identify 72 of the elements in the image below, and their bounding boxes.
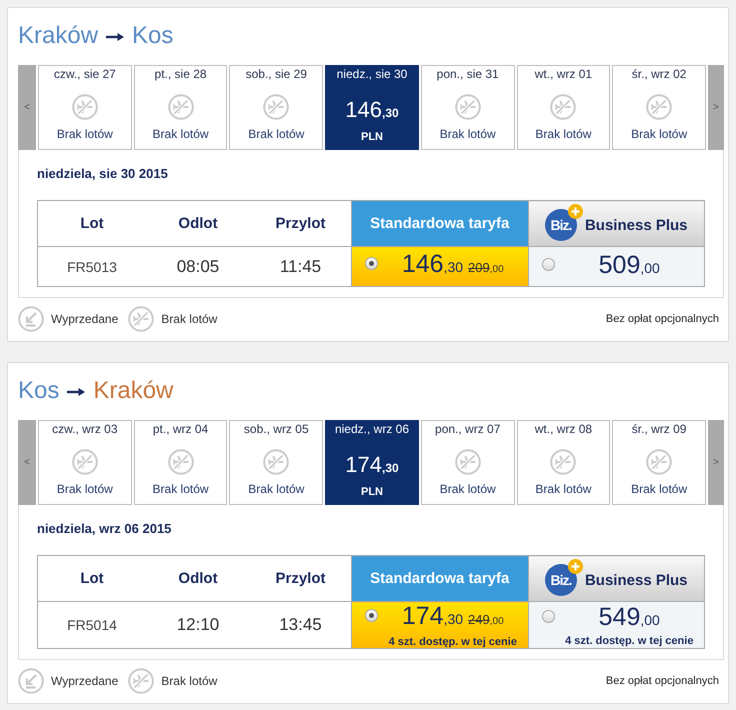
departure-time: 08:05 [146, 246, 250, 286]
crossed-plane-icon [263, 449, 290, 475]
departure-time: 12:10 [146, 602, 250, 648]
biz-logo: Biz. [544, 564, 577, 596]
fare-price: 146,30 [402, 250, 464, 280]
fare-title: Business Plus [584, 216, 688, 234]
date-tab[interactable]: wt., wrz 01 Brak lotów [516, 65, 610, 150]
legend-label: Brak lotów [161, 312, 218, 326]
date-tab[interactable]: sob., wrz 05 Brak lotów [229, 420, 324, 505]
crossed-plane-icon [550, 94, 576, 120]
crossed-plane-icon [454, 449, 481, 475]
crossed-plane-icon [72, 449, 98, 475]
legend-label: Wyprzedane [51, 674, 118, 688]
arrival-time: 13:45 [250, 602, 352, 648]
date-tab[interactable]: niedz., sie 30 146,30 PLN [325, 65, 419, 150]
availability-note: 4 szt. dostęp. w tej cenie [388, 636, 517, 648]
crossed-plane-icon [168, 94, 194, 120]
radio-button[interactable] [542, 610, 554, 623]
crossed-plane-icon [168, 449, 194, 475]
date-tab[interactable]: pon., wrz 07 Brak lotów [420, 420, 515, 505]
column-header: Odlot [146, 200, 250, 246]
day-heading: niedziela, wrz 06 2015 [37, 521, 172, 537]
date-tab[interactable]: czw., sie 27 Brak lotów [38, 65, 132, 150]
date-tab[interactable]: czw., wrz 03 Brak lotów [38, 420, 132, 505]
date-tab[interactable]: sob., sie 29 Brak lotów [229, 65, 324, 150]
availability-note: 4 szt. dostęp. w tej cenie [565, 635, 694, 647]
arrival-time: 11:45 [250, 246, 352, 286]
crossed-plane-icon [72, 94, 98, 120]
fare-price: 549,00 [598, 603, 660, 633]
date-tab[interactable]: pon., sie 31 Brak lotów [420, 65, 515, 150]
day-heading: niedziela, sie 30 2015 [37, 166, 169, 182]
date-tab[interactable]: śr., wrz 09 Brak lotów [612, 420, 706, 505]
biz-logo: Biz. [544, 209, 577, 241]
column-header: Lot [38, 556, 146, 602]
destination-city: Kos [132, 21, 174, 51]
date-tab[interactable]: niedz., wrz 06 174,30 PLN [325, 420, 419, 505]
plus-badge-icon [568, 204, 583, 219]
fare-header: Standardowa taryfa [352, 556, 528, 602]
origin-city: Kos [18, 376, 60, 406]
crossed-plane-icon [128, 668, 154, 694]
radio-button[interactable] [365, 609, 378, 622]
fare-header: Standardowa taryfa [352, 200, 528, 246]
fare-price: 174,30 [402, 602, 464, 632]
legend-label: Wyprzedane [51, 312, 118, 326]
flight-number: FR5014 [38, 602, 146, 648]
fees-note: Bez opłat opcjonalnych [606, 675, 719, 687]
radio-button[interactable] [365, 256, 378, 270]
crossed-plane-icon [646, 449, 672, 475]
crossed-plane-icon [128, 306, 154, 332]
column-header: Lot [38, 200, 146, 246]
column-header: Odlot [146, 556, 250, 602]
origin-city: Kraków [18, 21, 98, 51]
radio-button[interactable] [542, 258, 554, 270]
old-price: 249,00 [468, 611, 504, 629]
legend-label: Brak lotów [161, 674, 218, 688]
right-arrow-icon [106, 32, 124, 42]
date-tab[interactable]: śr., wrz 02 Brak lotów [612, 65, 706, 150]
fare-price: 509,00 [598, 250, 660, 280]
date-tab[interactable]: pt., wrz 04 Brak lotów [134, 420, 228, 505]
fare-title: Business Plus [584, 572, 688, 588]
plus-badge-icon [568, 559, 583, 574]
date-tab[interactable]: pt., sie 28 Brak lotów [134, 65, 228, 150]
crossed-plane-icon [550, 449, 576, 475]
old-price: 209,00 [468, 258, 504, 276]
right-arrow-icon [67, 387, 86, 397]
crossed-plane-icon [454, 94, 481, 120]
crossed-plane-icon [646, 94, 672, 120]
flight-number: FR5013 [38, 246, 146, 286]
date-tab[interactable]: wt., wrz 08 Brak lotów [516, 420, 610, 505]
destination-city: Kraków [93, 376, 174, 406]
fees-note: Bez opłat opcjonalnych [606, 313, 719, 325]
crossed-plane-icon [263, 94, 290, 120]
